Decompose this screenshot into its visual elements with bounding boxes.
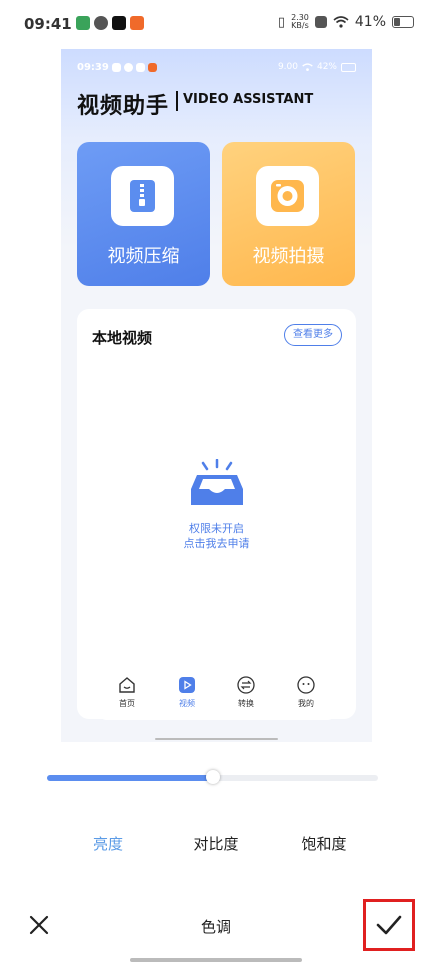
preview-battery-icon xyxy=(341,62,356,72)
compress-icon xyxy=(111,166,174,226)
preview-notification-icons xyxy=(112,63,157,72)
view-more-button[interactable]: 查看更多 xyxy=(284,324,342,346)
status-time: 09:41 xyxy=(24,15,72,33)
preview-app-icon xyxy=(112,63,121,72)
vibrate-icon: ▯ xyxy=(277,14,286,30)
video-shoot-label: 视频拍摄 xyxy=(252,246,325,267)
preview-net-speed: 9.00 xyxy=(277,62,298,72)
app-subtitle: VIDEO ASSISTANT xyxy=(183,92,314,107)
video-compress-card[interactable]: 视频压缩 xyxy=(77,142,210,286)
preview-tiktok-icon xyxy=(136,63,145,72)
tab-video-label: 视频 xyxy=(179,699,195,708)
home-face-icon xyxy=(119,677,135,693)
app-title: 视频助手 xyxy=(77,94,170,119)
tab-profile[interactable]: 我的 xyxy=(281,676,331,709)
home-indicator xyxy=(130,958,302,962)
title-divider xyxy=(176,91,178,111)
permission-line1: 权限未开启 xyxy=(189,522,244,535)
play-icon xyxy=(179,677,195,693)
empty-inbox-icon xyxy=(191,459,243,505)
tab-video[interactable]: 视频 xyxy=(162,676,212,709)
confirm-button[interactable] xyxy=(363,899,415,951)
preview-status-time: 09:39 xyxy=(77,62,109,73)
camera-icon xyxy=(256,166,319,226)
preview-home-indicator xyxy=(155,738,278,740)
video-shoot-card[interactable]: 视频拍摄 xyxy=(222,142,355,286)
net-speed: 2.30 KB/s xyxy=(291,13,309,30)
battery-icon xyxy=(392,16,414,28)
status-right-group: ▯ 2.30 KB/s 41% xyxy=(278,14,414,30)
preview-battery-percent: 42% xyxy=(316,62,337,72)
check-icon xyxy=(376,915,402,935)
tab-convert-label: 转换 xyxy=(238,699,254,708)
app-badge-icon xyxy=(130,16,144,30)
local-video-panel: 本地视频 查看更多 权限未开启 点击我去申请 xyxy=(77,309,356,719)
adjust-slider-thumb[interactable] xyxy=(205,770,220,784)
no-sim-icon xyxy=(314,16,327,28)
tab-brightness[interactable]: 亮度 xyxy=(68,833,148,854)
battery-percent: 41% xyxy=(354,14,386,30)
permission-line2: 点击我去申请 xyxy=(183,537,250,550)
system-status-bar: 09:41 ▯ 2.30 KB/s 41% xyxy=(0,0,432,48)
tab-home[interactable]: 首页 xyxy=(102,676,152,709)
preview-wifi-icon xyxy=(302,62,313,71)
adjust-slider-fill xyxy=(47,775,213,781)
tiktok-icon xyxy=(112,16,126,30)
permission-prompt[interactable]: 权限未开启 点击我去申请 xyxy=(77,521,356,551)
video-compress-label: 视频压缩 xyxy=(107,246,180,267)
tab-saturation[interactable]: 饱和度 xyxy=(284,833,364,854)
profile-face-icon xyxy=(297,676,315,694)
preview-badge-icon xyxy=(148,63,157,72)
local-video-title: 本地视频 xyxy=(92,329,153,347)
wechat-icon xyxy=(94,16,108,30)
preview-status-right: 9.00 42% xyxy=(278,62,356,72)
wifi-icon xyxy=(333,16,349,28)
preview-wechat-icon xyxy=(124,63,133,72)
tab-contrast[interactable]: 对比度 xyxy=(176,833,256,854)
tab-profile-label: 我的 xyxy=(298,699,314,708)
notification-icons xyxy=(76,16,144,30)
tab-home-label: 首页 xyxy=(119,699,135,708)
swap-icon xyxy=(237,676,255,694)
tab-convert[interactable]: 转换 xyxy=(221,676,271,709)
app-notification-icon xyxy=(76,16,90,30)
bottom-tab-bar: 首页 视频 转换 我的 xyxy=(97,668,337,720)
image-preview: 09:39 9.00 42% 视频助手 VIDEO ASSISTANT 视频压缩 xyxy=(61,49,372,742)
